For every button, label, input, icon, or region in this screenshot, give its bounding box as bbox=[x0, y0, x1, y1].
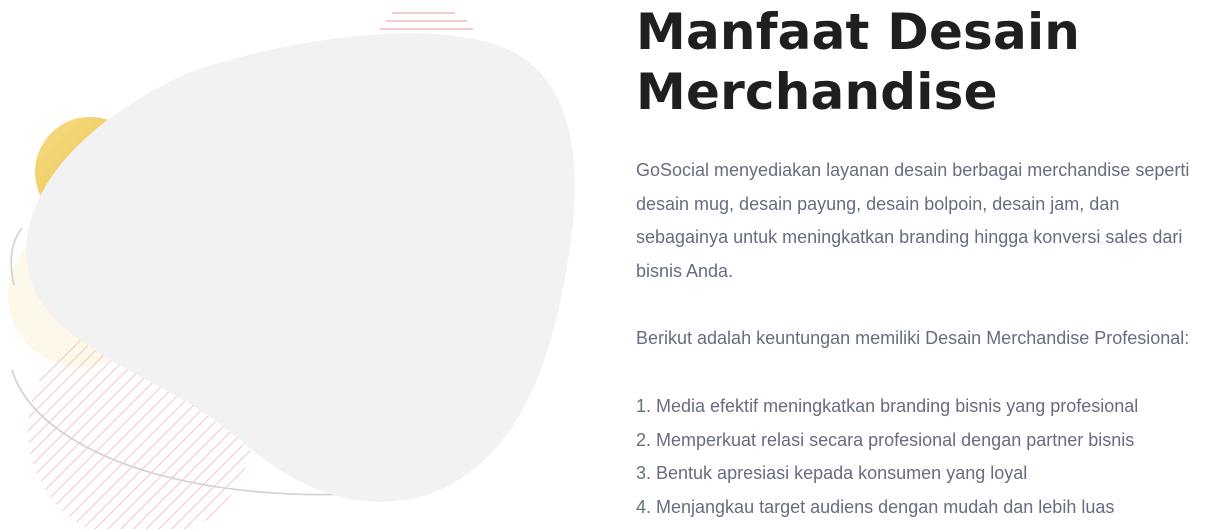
intro-line: sebagainya untuk meningkatkan branding h… bbox=[636, 227, 1183, 247]
intro-line: GoSocial menyediakan layanan desain berb… bbox=[636, 160, 1190, 180]
benefit-item: 4. Menjangkau target audiens dengan muda… bbox=[636, 496, 1115, 517]
benefit-item: 2. Memperkuat relasi secara profesional … bbox=[636, 429, 1135, 450]
section-title-line: Merchandise bbox=[636, 63, 998, 121]
benefits-list: 1. Media efektif meningkatkan branding b… bbox=[636, 390, 1138, 524]
benefits-lead-text: Berikut adalah keuntungan memiliki Desai… bbox=[636, 328, 1190, 348]
section-title-line: Manfaat Desain bbox=[636, 3, 1081, 61]
section-title: Manfaat Desain Merchandise bbox=[636, 2, 1226, 122]
benefit-item: 3. Bentuk apresiasi kepada konsumen yang… bbox=[636, 463, 1028, 483]
intro-line: desain mug, desain payung, desain bolpoi… bbox=[636, 193, 1120, 214]
intro-paragraph: GoSocial menyediakan layanan desain berb… bbox=[636, 154, 1189, 288]
top-stripes-decoration bbox=[380, 12, 473, 30]
decorative-illustration bbox=[0, 0, 600, 529]
benefit-item: 1. Media efektif meningkatkan branding b… bbox=[636, 396, 1139, 416]
intro-line: bisnis Anda. bbox=[636, 260, 734, 281]
